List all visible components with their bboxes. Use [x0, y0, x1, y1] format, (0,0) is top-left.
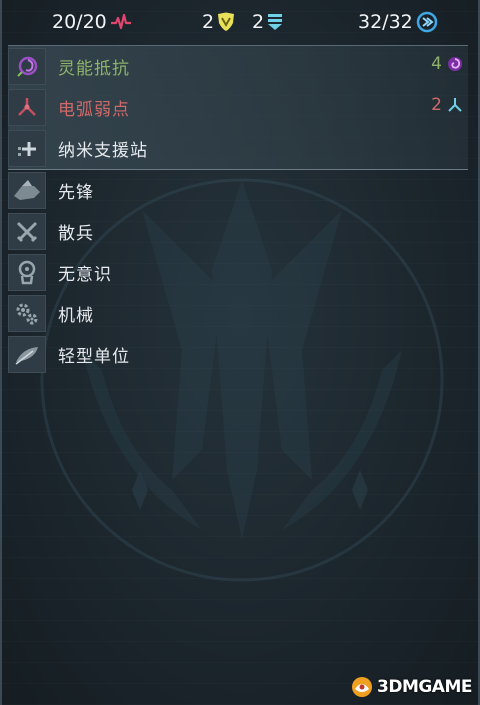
trait-label: 先锋 — [58, 183, 94, 203]
vanguard-icon — [8, 172, 46, 209]
armor-shield-icon — [217, 12, 235, 32]
armor-value: 2 — [202, 11, 215, 33]
feather-icon — [8, 336, 46, 373]
trait-skirmisher[interactable]: 散兵 — [8, 211, 468, 252]
head-icon — [8, 254, 46, 291]
nano-support-icon — [8, 130, 46, 167]
health-stat: 20/20 — [52, 8, 132, 36]
psionic-icon — [8, 48, 46, 85]
trait-mechanical[interactable]: 机械 — [8, 293, 468, 334]
action-value: 32/32 — [358, 11, 413, 33]
trait-label: 电弧弱点 — [58, 100, 130, 120]
trait-mindless[interactable]: 无意识 — [8, 252, 468, 293]
trait-nano-support-station[interactable]: 纳米支援站 — [8, 128, 468, 169]
trait-value: 4 — [431, 54, 464, 74]
trait-label: 灵能抵抗 — [58, 59, 130, 79]
gears-icon — [8, 295, 46, 332]
3dm-logo — [352, 677, 372, 697]
trait-vanguard[interactable]: 先锋 — [8, 170, 468, 211]
action-stat: 32/32 — [358, 8, 438, 36]
site-watermark: 3DMGAME — [349, 675, 473, 699]
trait-label: 机械 — [58, 306, 94, 326]
psionic-swirl-icon — [446, 55, 464, 73]
unit-info-panel: 20/20 2 2 32/32 灵能抵抗 4 电弧弱点 2 纳米支援站 先锋 散… — [0, 0, 480, 705]
health-value: 20/20 — [52, 11, 107, 33]
trait-label: 轻型单位 — [58, 347, 130, 367]
shield-stat: 2 — [252, 8, 283, 36]
heartbeat-icon — [110, 12, 132, 32]
trait-label: 散兵 — [58, 224, 94, 244]
shield-value: 2 — [252, 11, 265, 33]
arc-icon — [8, 89, 46, 126]
crossed-swords-icon — [8, 213, 46, 250]
action-points-icon — [416, 11, 438, 33]
trait-light-unit[interactable]: 轻型单位 — [8, 334, 468, 375]
trait-psionic-resistance[interactable]: 灵能抵抗 4 — [8, 46, 468, 87]
trait-value: 2 — [431, 95, 464, 115]
shield-layers-icon — [267, 12, 283, 32]
arc-tri-icon — [446, 96, 464, 114]
trait-arc-weakness[interactable]: 电弧弱点 2 — [8, 87, 468, 128]
watermark-text: 3DMGAME — [377, 677, 473, 697]
trait-list: 灵能抵抗 4 电弧弱点 2 纳米支援站 先锋 散兵 无意识 机械 轻型单位 — [8, 46, 468, 375]
trait-label: 无意识 — [58, 265, 112, 285]
stats-bar: 20/20 2 2 32/32 — [2, 0, 480, 44]
armor-stat: 2 — [202, 8, 235, 36]
trait-label: 纳米支援站 — [58, 141, 148, 161]
